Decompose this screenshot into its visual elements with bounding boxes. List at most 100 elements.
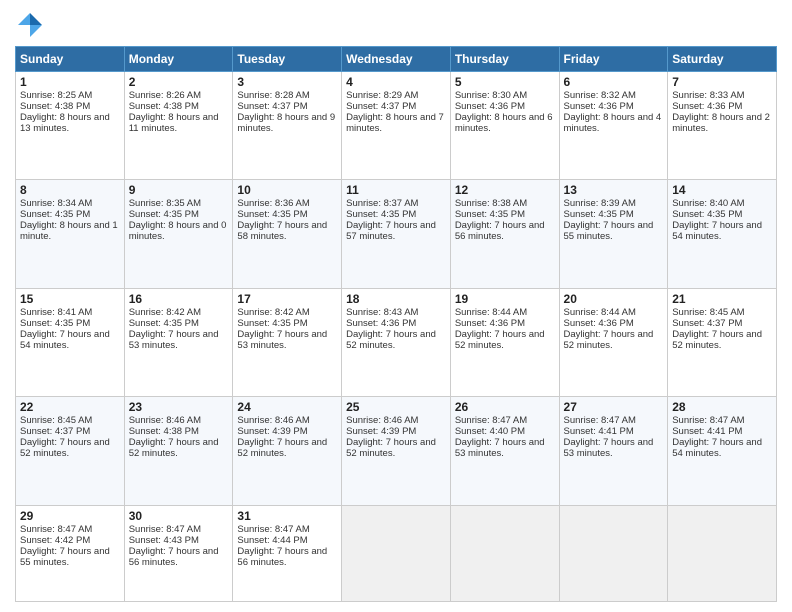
- sunrise-text: Sunrise: 8:46 AM: [237, 415, 309, 426]
- daylight-text: Daylight: 7 hours and 53 minutes.: [455, 437, 545, 459]
- day-number: 6: [564, 75, 664, 89]
- table-cell: 26Sunrise: 8:47 AMSunset: 4:40 PMDayligh…: [450, 397, 559, 505]
- sunset-text: Sunset: 4:35 PM: [129, 318, 199, 329]
- sunset-text: Sunset: 4:36 PM: [672, 101, 742, 112]
- col-saturday: Saturday: [668, 47, 777, 72]
- daylight-text: Daylight: 8 hours and 6 minutes.: [455, 112, 553, 134]
- day-number: 16: [129, 292, 229, 306]
- day-number: 29: [20, 509, 120, 523]
- daylight-text: Daylight: 7 hours and 52 minutes.: [346, 329, 436, 351]
- table-cell: 17Sunrise: 8:42 AMSunset: 4:35 PMDayligh…: [233, 288, 342, 396]
- sunset-text: Sunset: 4:35 PM: [346, 209, 416, 220]
- sunrise-text: Sunrise: 8:45 AM: [20, 415, 92, 426]
- sunrise-text: Sunrise: 8:46 AM: [346, 415, 418, 426]
- daylight-text: Daylight: 8 hours and 4 minutes.: [564, 112, 662, 134]
- page: Sunday Monday Tuesday Wednesday Thursday…: [0, 0, 792, 612]
- table-cell: 4Sunrise: 8:29 AMSunset: 4:37 PMDaylight…: [342, 72, 451, 180]
- day-number: 10: [237, 183, 337, 197]
- table-row: 8Sunrise: 8:34 AMSunset: 4:35 PMDaylight…: [16, 180, 777, 288]
- daylight-text: Daylight: 7 hours and 52 minutes.: [564, 329, 654, 351]
- table-cell: 31Sunrise: 8:47 AMSunset: 4:44 PMDayligh…: [233, 505, 342, 601]
- sunset-text: Sunset: 4:43 PM: [129, 535, 199, 546]
- sunrise-text: Sunrise: 8:25 AM: [20, 90, 92, 101]
- sunset-text: Sunset: 4:35 PM: [129, 209, 199, 220]
- table-cell: 16Sunrise: 8:42 AMSunset: 4:35 PMDayligh…: [124, 288, 233, 396]
- day-number: 2: [129, 75, 229, 89]
- sunset-text: Sunset: 4:35 PM: [237, 318, 307, 329]
- col-friday: Friday: [559, 47, 668, 72]
- table-row: 15Sunrise: 8:41 AMSunset: 4:35 PMDayligh…: [16, 288, 777, 396]
- table-cell: 22Sunrise: 8:45 AMSunset: 4:37 PMDayligh…: [16, 397, 125, 505]
- table-cell: 23Sunrise: 8:46 AMSunset: 4:38 PMDayligh…: [124, 397, 233, 505]
- daylight-text: Daylight: 7 hours and 54 minutes.: [672, 437, 762, 459]
- sunrise-text: Sunrise: 8:39 AM: [564, 198, 636, 209]
- table-cell: 20Sunrise: 8:44 AMSunset: 4:36 PMDayligh…: [559, 288, 668, 396]
- daylight-text: Daylight: 7 hours and 55 minutes.: [564, 220, 654, 242]
- daylight-text: Daylight: 7 hours and 54 minutes.: [672, 220, 762, 242]
- table-cell: 5Sunrise: 8:30 AMSunset: 4:36 PMDaylight…: [450, 72, 559, 180]
- day-number: 9: [129, 183, 229, 197]
- table-row: 22Sunrise: 8:45 AMSunset: 4:37 PMDayligh…: [16, 397, 777, 505]
- col-thursday: Thursday: [450, 47, 559, 72]
- table-cell: 29Sunrise: 8:47 AMSunset: 4:42 PMDayligh…: [16, 505, 125, 601]
- daylight-text: Daylight: 7 hours and 52 minutes.: [672, 329, 762, 351]
- sunrise-text: Sunrise: 8:35 AM: [129, 198, 201, 209]
- sunrise-text: Sunrise: 8:42 AM: [237, 307, 309, 318]
- table-cell: 18Sunrise: 8:43 AMSunset: 4:36 PMDayligh…: [342, 288, 451, 396]
- daylight-text: Daylight: 7 hours and 58 minutes.: [237, 220, 327, 242]
- table-row: 29Sunrise: 8:47 AMSunset: 4:42 PMDayligh…: [16, 505, 777, 601]
- sunrise-text: Sunrise: 8:47 AM: [237, 524, 309, 535]
- sunset-text: Sunset: 4:39 PM: [346, 426, 416, 437]
- sunrise-text: Sunrise: 8:47 AM: [455, 415, 527, 426]
- sunset-text: Sunset: 4:37 PM: [20, 426, 90, 437]
- table-cell: 1Sunrise: 8:25 AMSunset: 4:38 PMDaylight…: [16, 72, 125, 180]
- day-number: 22: [20, 400, 120, 414]
- day-number: 27: [564, 400, 664, 414]
- day-number: 19: [455, 292, 555, 306]
- table-cell: 13Sunrise: 8:39 AMSunset: 4:35 PMDayligh…: [559, 180, 668, 288]
- daylight-text: Daylight: 8 hours and 13 minutes.: [20, 112, 110, 134]
- table-cell: 7Sunrise: 8:33 AMSunset: 4:36 PMDaylight…: [668, 72, 777, 180]
- sunset-text: Sunset: 4:41 PM: [672, 426, 742, 437]
- sunset-text: Sunset: 4:36 PM: [564, 318, 634, 329]
- table-cell: 11Sunrise: 8:37 AMSunset: 4:35 PMDayligh…: [342, 180, 451, 288]
- sunrise-text: Sunrise: 8:43 AM: [346, 307, 418, 318]
- sunrise-text: Sunrise: 8:47 AM: [564, 415, 636, 426]
- daylight-text: Daylight: 7 hours and 52 minutes.: [455, 329, 545, 351]
- sunset-text: Sunset: 4:35 PM: [20, 209, 90, 220]
- sunrise-text: Sunrise: 8:47 AM: [129, 524, 201, 535]
- table-cell: 9Sunrise: 8:35 AMSunset: 4:35 PMDaylight…: [124, 180, 233, 288]
- sunset-text: Sunset: 4:36 PM: [564, 101, 634, 112]
- sunrise-text: Sunrise: 8:46 AM: [129, 415, 201, 426]
- sunset-text: Sunset: 4:36 PM: [455, 101, 525, 112]
- sunrise-text: Sunrise: 8:40 AM: [672, 198, 744, 209]
- day-number: 25: [346, 400, 446, 414]
- calendar-table: Sunday Monday Tuesday Wednesday Thursday…: [15, 46, 777, 602]
- sunset-text: Sunset: 4:35 PM: [564, 209, 634, 220]
- header: [15, 10, 777, 40]
- table-cell: [342, 505, 451, 601]
- table-cell: 12Sunrise: 8:38 AMSunset: 4:35 PMDayligh…: [450, 180, 559, 288]
- sunrise-text: Sunrise: 8:42 AM: [129, 307, 201, 318]
- daylight-text: Daylight: 8 hours and 9 minutes.: [237, 112, 335, 134]
- daylight-text: Daylight: 7 hours and 56 minutes.: [237, 546, 327, 568]
- sunrise-text: Sunrise: 8:47 AM: [20, 524, 92, 535]
- sunset-text: Sunset: 4:40 PM: [455, 426, 525, 437]
- day-number: 7: [672, 75, 772, 89]
- daylight-text: Daylight: 8 hours and 1 minute.: [20, 220, 118, 242]
- sunrise-text: Sunrise: 8:34 AM: [20, 198, 92, 209]
- daylight-text: Daylight: 8 hours and 7 minutes.: [346, 112, 444, 134]
- sunset-text: Sunset: 4:37 PM: [237, 101, 307, 112]
- sunrise-text: Sunrise: 8:29 AM: [346, 90, 418, 101]
- sunset-text: Sunset: 4:35 PM: [455, 209, 525, 220]
- daylight-text: Daylight: 7 hours and 52 minutes.: [237, 437, 327, 459]
- table-cell: 21Sunrise: 8:45 AMSunset: 4:37 PMDayligh…: [668, 288, 777, 396]
- daylight-text: Daylight: 7 hours and 52 minutes.: [20, 437, 110, 459]
- day-number: 26: [455, 400, 555, 414]
- logo: [15, 10, 49, 40]
- table-cell: 10Sunrise: 8:36 AMSunset: 4:35 PMDayligh…: [233, 180, 342, 288]
- table-cell: 30Sunrise: 8:47 AMSunset: 4:43 PMDayligh…: [124, 505, 233, 601]
- calendar-header-row: Sunday Monday Tuesday Wednesday Thursday…: [16, 47, 777, 72]
- day-number: 4: [346, 75, 446, 89]
- day-number: 30: [129, 509, 229, 523]
